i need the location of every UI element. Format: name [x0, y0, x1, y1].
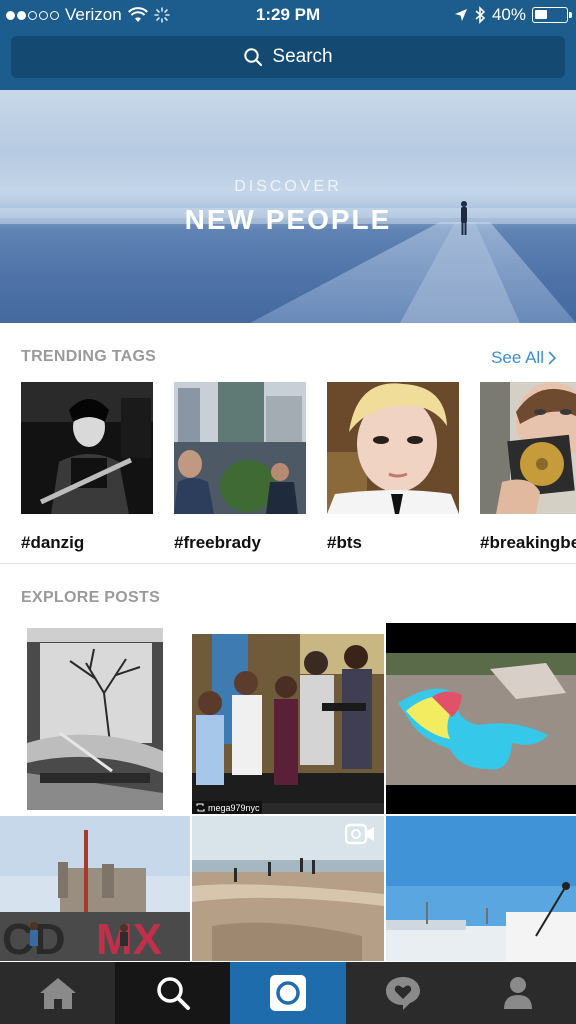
camera-icon — [269, 975, 306, 1011]
explore-post-tile[interactable]: CD MX — [0, 816, 190, 961]
search-bar[interactable]: Search — [11, 36, 565, 78]
tab-search[interactable] — [115, 962, 231, 1024]
location-arrow-icon — [454, 9, 467, 21]
trending-tag-card[interactable]: #danzig — [21, 382, 153, 553]
tag-thumbnail — [174, 382, 306, 514]
chevron-right-icon — [548, 351, 556, 365]
post-image — [27, 628, 163, 810]
see-all-link[interactable]: See All — [491, 348, 556, 368]
battery-icon — [532, 7, 572, 23]
post-image — [192, 634, 384, 814]
svg-text:MX: MX — [96, 915, 162, 961]
discover-people-banner[interactable]: DISCOVER NEW PEOPLE — [0, 90, 576, 323]
trending-tags-row: #danzig #freebrady #bts #breakingbe — [21, 382, 576, 554]
banner-kicker: DISCOVER — [234, 178, 342, 195]
tab-activity[interactable] — [346, 962, 461, 1024]
tag-thumbnail — [327, 382, 459, 514]
battery-percent: 40% — [491, 5, 526, 24]
trending-tag-card[interactable]: #breakingbe — [480, 382, 576, 553]
explore-post-tile[interactable] — [386, 816, 576, 961]
section-divider — [0, 563, 576, 564]
banner-title: NEW PEOPLE — [184, 204, 392, 235]
explore-screen: Verizon 1:29 PM 40% Search DISCOVER NEW … — [0, 0, 576, 1024]
repost-icon — [196, 803, 205, 812]
tag-label: #freebrady — [174, 533, 261, 552]
tab-home[interactable] — [0, 962, 115, 1024]
tag-label: #danzig — [21, 533, 85, 552]
explore-post-tile[interactable] — [0, 623, 190, 814]
trending-tags-heading: TRENDING TAGS — [21, 348, 157, 365]
tab-camera[interactable] — [230, 962, 346, 1024]
tag-label: #breakingbe — [480, 533, 576, 552]
top-header: Verizon 1:29 PM 40% Search — [0, 0, 576, 90]
repost-username: mega979nyc — [208, 802, 260, 813]
tab-profile[interactable] — [461, 962, 576, 1024]
profile-icon — [504, 977, 533, 1009]
explore-posts-grid: mega979nyc MX — [0, 623, 576, 961]
video-camera-icon — [345, 823, 374, 845]
see-all-label: See All — [491, 348, 544, 367]
explore-post-tile[interactable] — [386, 623, 576, 814]
explore-post-tile[interactable] — [192, 816, 384, 961]
search-icon — [244, 48, 263, 67]
tag-thumbnail — [480, 382, 576, 514]
explore-post-tile[interactable]: mega979nyc — [192, 623, 384, 814]
explore-posts-heading: EXPLORE POSTS — [21, 589, 161, 606]
tag-thumbnail — [21, 382, 153, 514]
post-image — [386, 653, 576, 814]
search-icon — [157, 977, 190, 1010]
post-image: CD MX — [0, 816, 190, 961]
activity-heart-icon — [386, 977, 421, 1010]
home-icon — [39, 978, 76, 1009]
post-image — [386, 816, 576, 961]
trending-tag-card[interactable]: #bts — [327, 382, 459, 553]
bottom-tab-bar — [0, 962, 576, 1024]
bluetooth-icon — [475, 6, 486, 24]
status-bar: Verizon 1:29 PM 40% — [0, 0, 576, 30]
tag-label: #bts — [327, 533, 362, 552]
search-label: Search — [272, 46, 333, 67]
repost-caption: mega979nyc — [196, 801, 260, 814]
trending-tag-card[interactable]: #freebrady — [174, 382, 306, 553]
